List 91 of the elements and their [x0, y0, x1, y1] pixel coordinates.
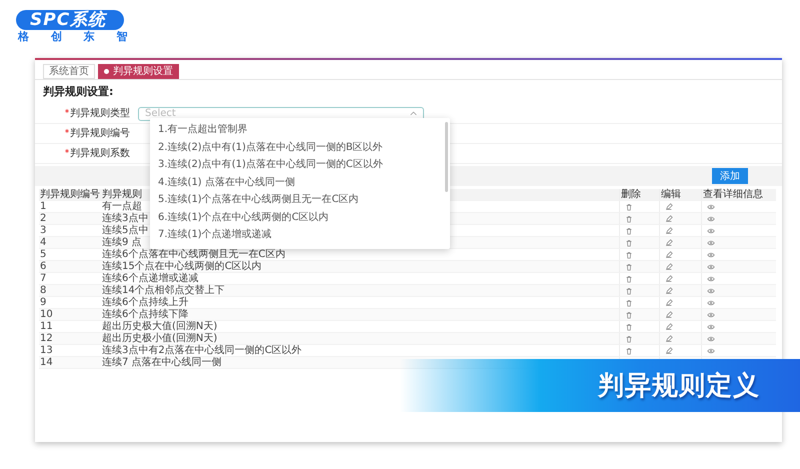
field-label: 判异规则系数	[70, 148, 130, 160]
banner-title: 判异规则定义	[598, 370, 760, 403]
delete-icon[interactable]	[625, 322, 633, 330]
edit-icon[interactable]	[665, 250, 673, 258]
table-cell-text: 14	[39, 356, 54, 368]
table-cell: 连续9 点	[101, 236, 142, 248]
delete-icon[interactable]	[625, 226, 633, 234]
table-cell: 连续6个点持续上升	[101, 296, 188, 308]
tagline: 格 创 东 智	[18, 30, 136, 44]
delete-icon[interactable]	[625, 286, 633, 294]
view-icon[interactable]	[707, 250, 715, 258]
dropdown-option[interactable]: 6.连续(1)个点在中心线两侧的C区以内	[150, 208, 450, 226]
table-cell: 连续3点中	[101, 212, 148, 224]
delete-icon[interactable]	[625, 238, 633, 246]
view-icon[interactable]	[707, 310, 715, 318]
field-label: 判异规则类型	[70, 108, 130, 120]
table-cell: 连续3点中有2点落在中心线同一侧的C区以外	[101, 344, 302, 356]
view-icon[interactable]	[707, 262, 715, 270]
table-cell: 连续5点中	[101, 224, 148, 236]
dropdown-option[interactable]: 4.连续(1) 点落在中心线同一侧	[150, 174, 450, 191]
table-cell-text: 3	[39, 224, 48, 236]
table-cell-text: 5	[39, 248, 48, 260]
table-cell-text: 9	[39, 296, 48, 308]
dropdown-option[interactable]: 1.有一点超出管制界	[150, 121, 450, 138]
table-cell-text: 6	[39, 260, 48, 272]
tab[interactable]: 判异规则设置	[98, 64, 179, 79]
table-cell: 连续7 点落在中心线同一侧	[101, 356, 222, 368]
table-cell: 连续15个点在中心线两侧的C区以内	[101, 260, 262, 272]
view-icon[interactable]	[707, 214, 715, 222]
table-cell-text: 10	[39, 308, 54, 320]
edit-icon[interactable]	[665, 286, 673, 294]
table-cell-text: 11	[39, 320, 54, 332]
column-header: 判异规则	[101, 188, 142, 200]
view-icon[interactable]	[707, 202, 715, 210]
delete-icon[interactable]	[625, 310, 633, 318]
table-cell: 超出历史极小值(回溯N天)	[101, 332, 218, 344]
table-cell-text: 8	[39, 284, 48, 296]
table-cell-text: 13	[39, 344, 54, 356]
table-cell-text: 2	[39, 212, 48, 224]
edit-icon[interactable]	[665, 274, 673, 282]
view-icon[interactable]	[707, 298, 715, 306]
view-icon[interactable]	[707, 322, 715, 330]
view-icon[interactable]	[707, 238, 715, 246]
logo: SPC系统	[16, 10, 124, 30]
dropdown-option[interactable]: 5.连续(1)个点落在中心线两侧且无一在C区内	[150, 191, 450, 208]
column-header: 查看详细信息	[701, 189, 776, 200]
view-icon[interactable]	[707, 346, 715, 354]
table-cell: 连续6个点递增或递减	[101, 272, 198, 284]
table-cell-text: 1	[39, 200, 48, 212]
edit-icon[interactable]	[665, 346, 673, 354]
dropdown-option[interactable]: 3.连续(2)点中有(1)点落在中心线同一侧的C区以外	[150, 156, 450, 174]
tab[interactable]: 系统首页	[43, 64, 95, 79]
add-button[interactable]: 添加	[712, 168, 748, 184]
column-header: 判异规则编号	[39, 188, 101, 200]
table-cell: 连续6个点持续下降	[101, 308, 188, 320]
column-header: 编辑	[659, 189, 701, 200]
delete-icon[interactable]	[625, 274, 633, 282]
edit-icon[interactable]	[665, 334, 673, 342]
edit-icon[interactable]	[665, 202, 673, 210]
view-icon[interactable]	[707, 286, 715, 294]
edit-icon[interactable]	[665, 226, 673, 234]
delete-icon[interactable]	[625, 298, 633, 306]
column-header: 删除	[619, 189, 659, 200]
dropdown-option[interactable]: 2.连续(2)点中有(1)点落在中心线同一侧的B区以外	[150, 138, 450, 156]
delete-icon[interactable]	[625, 334, 633, 342]
table-cell: 有一点超	[101, 200, 142, 212]
field-label: 判异规则编号	[70, 128, 130, 140]
view-icon[interactable]	[707, 334, 715, 342]
edit-icon[interactable]	[665, 262, 673, 270]
edit-icon[interactable]	[665, 238, 673, 246]
delete-icon[interactable]	[625, 346, 633, 354]
delete-icon[interactable]	[625, 262, 633, 270]
edit-icon[interactable]	[665, 298, 673, 306]
edit-icon[interactable]	[665, 322, 673, 330]
table-cell: 连续14个点相邻点交替上下	[101, 284, 225, 296]
table-cell: 连续6个点落在中心线两侧且无一在C区内	[101, 248, 286, 260]
table-cell: 超出历史极大值(回溯N天)	[101, 320, 218, 332]
table-cell-text: 7	[39, 272, 48, 284]
table-cell-text: 4	[39, 236, 48, 248]
edit-icon[interactable]	[665, 310, 673, 318]
delete-icon[interactable]	[625, 250, 633, 258]
view-icon[interactable]	[707, 226, 715, 234]
view-icon[interactable]	[707, 274, 715, 282]
section-title: 判异规则设置:	[42, 84, 114, 100]
delete-icon[interactable]	[625, 214, 633, 222]
edit-icon[interactable]	[665, 214, 673, 222]
scrollbar[interactable]	[445, 122, 448, 192]
caret-icon	[410, 111, 417, 116]
table-cell-text: 12	[39, 332, 54, 344]
dropdown-option[interactable]: 7.连续(1)个点递增或递减	[150, 226, 450, 244]
delete-icon[interactable]	[625, 202, 633, 210]
